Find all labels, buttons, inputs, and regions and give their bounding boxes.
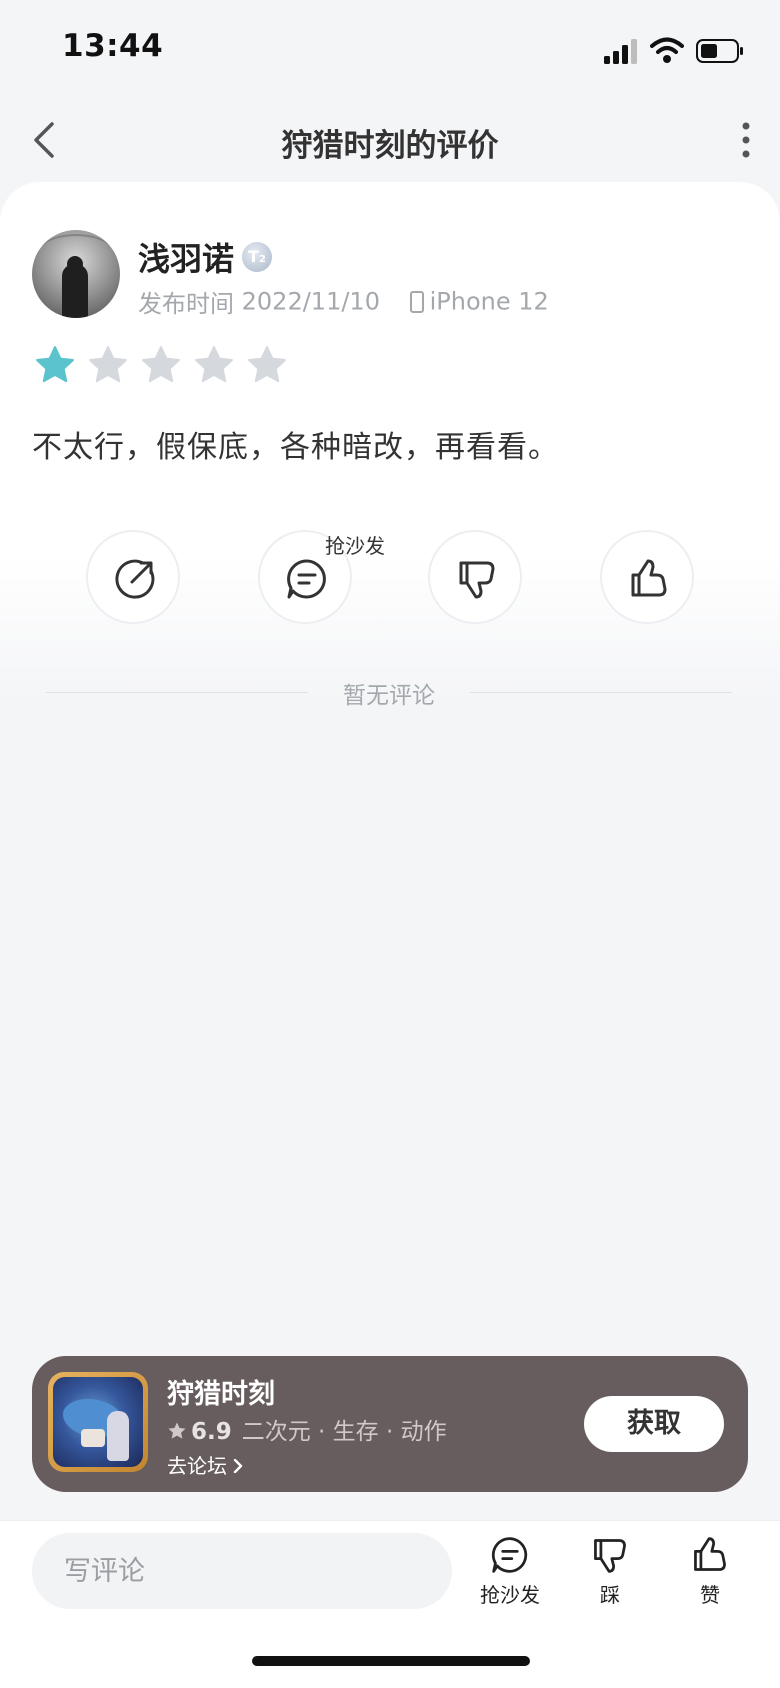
- wifi-icon: [650, 37, 684, 63]
- bottom-like-button[interactable]: 赞: [670, 1535, 750, 1615]
- game-name: 狩猎时刻: [167, 1379, 275, 1410]
- page-title: 狩猎时刻的评价: [281, 128, 499, 164]
- avatar-figure: [62, 264, 88, 318]
- forum-link-label: 去论坛: [167, 1454, 227, 1478]
- bottom-like-label: 赞: [700, 1583, 720, 1607]
- share-button[interactable]: [86, 530, 180, 624]
- review-card: 浅羽诺 T2 发布时间 2022/11/10 iPhone 12 不太行，假保底…: [0, 182, 780, 709]
- dislike-button[interactable]: [428, 530, 522, 624]
- thumbs-up-icon: [694, 1537, 726, 1571]
- home-indicator: [252, 1656, 530, 1666]
- bottom-sofa-button[interactable]: 抢沙发: [470, 1535, 550, 1615]
- forum-link[interactable]: 去论坛: [167, 1450, 243, 1479]
- game-icon[interactable]: [48, 1372, 148, 1472]
- bottom-dislike-label: 踩: [600, 1583, 620, 1607]
- thumbs-down-icon: [459, 561, 495, 599]
- publish-date: 2022/11/10: [241, 287, 380, 316]
- no-comment-row: 暂无评论: [46, 672, 732, 712]
- signal-icon: [604, 39, 637, 64]
- bottom-dislike-button[interactable]: 踩: [570, 1535, 650, 1615]
- status-time: 13:44: [62, 28, 164, 64]
- star-icon-5: [248, 346, 287, 383]
- game-tags: 二次元 · 生存 · 动作: [241, 1419, 447, 1445]
- divider-right: [470, 692, 732, 693]
- star-rating: [34, 344, 294, 388]
- rating-star-icon: [168, 1422, 186, 1439]
- bottom-sofa-label: 抢沙发: [480, 1583, 540, 1607]
- publish-label: 发布时间: [138, 290, 234, 318]
- thumbs-up-icon: [631, 559, 667, 597]
- comment-icon: [287, 559, 326, 599]
- review-meta: 发布时间 2022/11/10 iPhone 12: [138, 284, 549, 319]
- game-banner[interactable]: 狩猎时刻 6.9 二次元 · 生存 · 动作 去论坛 获取: [32, 1356, 748, 1492]
- review-content: 不太行，假保底，各种暗改，再看看。: [32, 430, 559, 465]
- level-badge: T2: [242, 242, 272, 272]
- game-icon-rider: [107, 1411, 129, 1461]
- game-rating-row: 6.9 二次元 · 生存 · 动作: [167, 1412, 447, 1446]
- review-detail-page: 13:44 狩猎时刻的评价 浅羽诺 T2 发布时间 2022/11/10 iPh…: [0, 0, 780, 1688]
- star-icon-2: [89, 346, 127, 383]
- chevron-right-icon: [233, 1459, 243, 1473]
- comment-icon: [491, 1537, 528, 1573]
- share-icon: [115, 559, 155, 599]
- star-icon-4: [195, 346, 234, 383]
- avatar[interactable]: [32, 230, 120, 318]
- comment-input[interactable]: [32, 1533, 452, 1609]
- star-icon-1: [36, 346, 74, 383]
- get-button[interactable]: 获取: [584, 1396, 724, 1452]
- device-name: iPhone 12: [429, 287, 549, 316]
- game-icon-fang: [81, 1429, 105, 1447]
- status-bar: 13:44: [0, 0, 780, 100]
- thumbs-down-icon: [594, 1539, 626, 1573]
- more-options-icon[interactable]: [734, 118, 758, 162]
- no-comment-text: 暂无评论: [343, 683, 435, 709]
- username[interactable]: 浅羽诺: [138, 234, 234, 280]
- sofa-label: 抢沙发: [325, 534, 385, 558]
- status-icons: [604, 34, 744, 66]
- level-badge-number: 2: [258, 254, 266, 265]
- phone-icon: [409, 290, 424, 313]
- game-icon-art: [53, 1377, 143, 1467]
- nav-bar: 狩猎时刻的评价: [0, 100, 780, 180]
- battery-icon: [696, 39, 743, 63]
- star-icon-3: [142, 346, 181, 383]
- level-badge-letter: T: [248, 247, 259, 266]
- like-button[interactable]: [600, 530, 694, 624]
- game-score: 6.9: [191, 1419, 232, 1445]
